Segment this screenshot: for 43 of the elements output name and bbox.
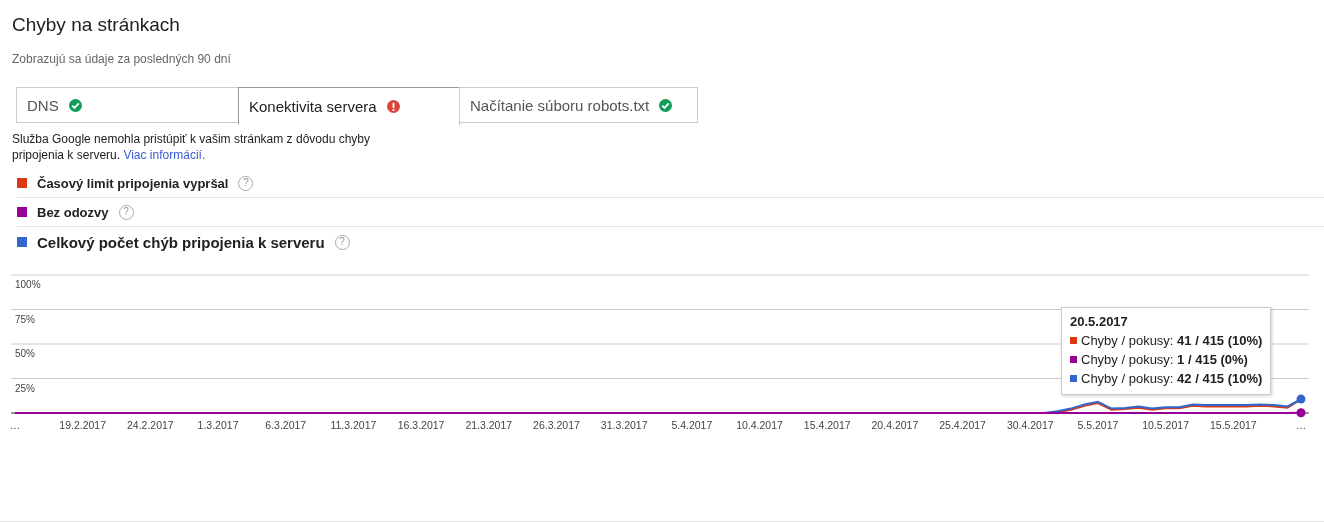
x-tick-label: 15.5.2017 bbox=[1209, 419, 1257, 431]
tooltip-value: Chyby / pokusy: 1 / 415 (0%) bbox=[1081, 351, 1248, 369]
x-tick-label: 6.3.2017 bbox=[265, 419, 307, 431]
point-marker bbox=[1296, 408, 1306, 418]
error-icon bbox=[386, 99, 400, 113]
x-tick-label: 21.3.2017 bbox=[465, 419, 513, 431]
tab[interactable]: DNS bbox=[16, 87, 239, 123]
point-marker bbox=[1296, 394, 1306, 404]
x-tick-label: … bbox=[1295, 419, 1307, 431]
page-subtitle: Zobrazujú sa údaje za posledných 90 dní bbox=[12, 52, 232, 66]
y-tick-label: 25% bbox=[15, 382, 35, 394]
tab[interactable]: Načítanie súboru robots.txt bbox=[459, 87, 698, 123]
tooltip-value: Chyby / pokusy: 41 / 415 (10%) bbox=[1081, 332, 1263, 350]
check-icon bbox=[68, 98, 82, 112]
x-tick-label: 25.4.2017 bbox=[939, 419, 986, 431]
error-message: Služba Google nemohla pristúpiť k vašim stránkam z dôvodu chyby pripojenia k serveru. Viac informácií. bbox=[12, 131, 371, 163]
x-tick-label: 19.2.2017 bbox=[59, 419, 107, 431]
x-tick-label: 5.5.2017 bbox=[1077, 419, 1119, 431]
x-tick-label: 15.4.2017 bbox=[803, 419, 851, 431]
y-tick-label: 100% bbox=[15, 279, 41, 290]
x-tick-label: … bbox=[9, 419, 21, 431]
x-tick-label: 20.4.2017 bbox=[871, 419, 919, 431]
x-tick-label: 1.3.2017 bbox=[197, 419, 239, 431]
x-tick-label: 5.4.2017 bbox=[671, 419, 713, 431]
x-tick-label: 10.4.2017 bbox=[736, 419, 783, 431]
x-tick-label: 31.3.2017 bbox=[600, 419, 648, 431]
more-info-link[interactable]: Viac informácií. bbox=[123, 148, 206, 162]
tab[interactable]: Konektivita servera bbox=[238, 87, 460, 125]
y-tick-label: 50% bbox=[15, 348, 35, 359]
x-tick-label: 10.5.2017 bbox=[1142, 419, 1189, 431]
x-tick-label: 26.3.2017 bbox=[533, 419, 580, 431]
page-title: Chyby na stránkach bbox=[12, 13, 181, 37]
legend-label: Časový limit pripojenia vypršal bbox=[37, 175, 229, 191]
x-tick-label: 30.4.2017 bbox=[1006, 419, 1054, 431]
legend-label: Celkový počet chýb pripojenia k serveru bbox=[37, 233, 325, 251]
x-tick-label: 16.3.2017 bbox=[397, 419, 445, 431]
legend-label: Bez odozvy bbox=[37, 204, 109, 220]
tooltip-value: Chyby / pokusy: 42 / 415 (10%) bbox=[1081, 370, 1263, 388]
x-tick-label: 11.3.2017 bbox=[330, 419, 377, 431]
x-tick-label: 24.2.2017 bbox=[127, 419, 174, 431]
check-icon bbox=[659, 98, 673, 112]
tooltip-date: 20.5.2017 bbox=[1070, 314, 1129, 329]
y-tick-label: 75% bbox=[15, 313, 35, 325]
